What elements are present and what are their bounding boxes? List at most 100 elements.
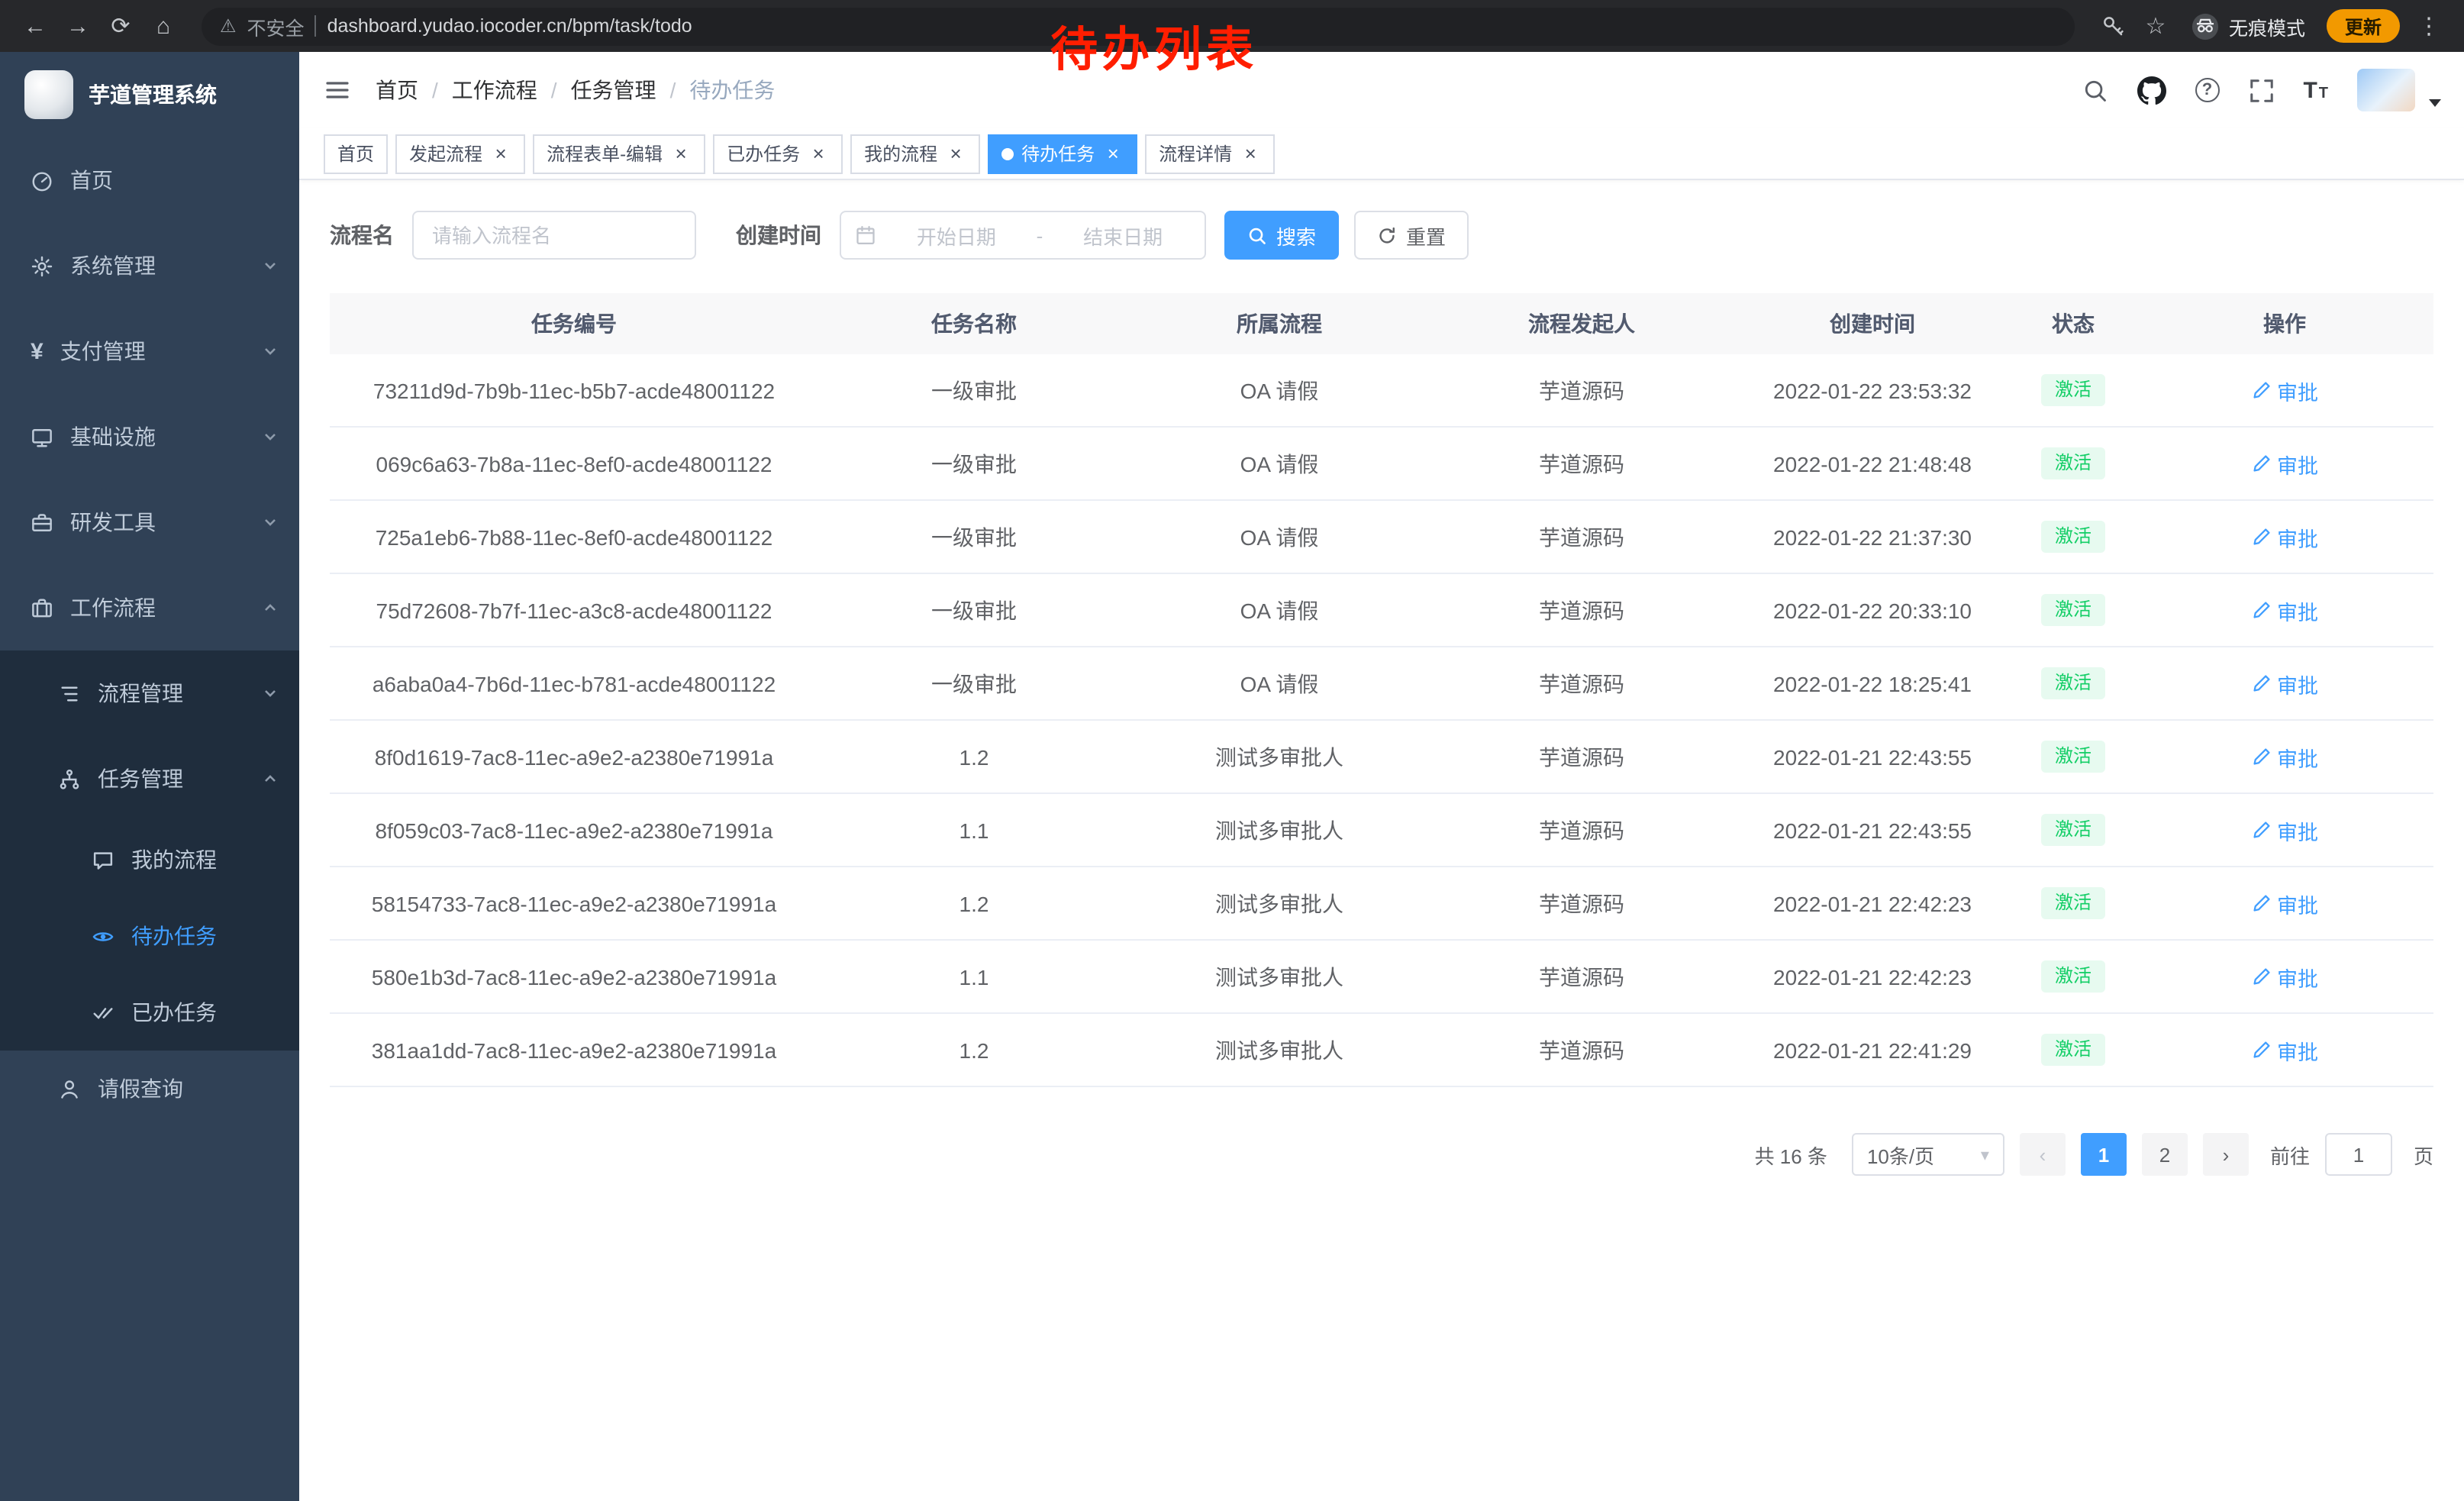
fullscreen-icon[interactable]	[2248, 77, 2274, 103]
font-size-icon[interactable]: T T	[2303, 79, 2328, 102]
gear-icon	[31, 254, 53, 277]
address-bar[interactable]: ⚠ 不安全 dashboard.yudao.iocoder.cn/bpm/tas…	[202, 7, 2075, 45]
browser-menu-icon[interactable]: ⋮	[2409, 6, 2449, 46]
pagination-total: 共 16 条	[1755, 1140, 1827, 1169]
password-key-icon[interactable]	[2093, 6, 2133, 46]
update-button[interactable]: 更新	[2327, 9, 2400, 43]
approve-link[interactable]: 审批	[2251, 521, 2318, 552]
tab-done-tasks[interactable]: 已办任务 ×	[713, 134, 843, 173]
close-icon[interactable]: ×	[1240, 143, 1261, 164]
cell-created: 2022-01-21 22:42:23	[1734, 891, 2011, 915]
sidebar-item-leave-query[interactable]: 请假查询	[0, 1051, 299, 1127]
approve-link[interactable]: 审批	[2251, 375, 2318, 405]
approve-link[interactable]: 审批	[2251, 961, 2318, 992]
goto-page-input[interactable]	[2325, 1133, 2392, 1176]
tab-start-process[interactable]: 发起流程 ×	[395, 134, 525, 173]
close-icon[interactable]: ×	[1102, 143, 1124, 164]
page-button-1[interactable]: 1	[2081, 1133, 2127, 1176]
sidebar-label: 支付管理	[60, 336, 146, 366]
active-dot-icon	[1001, 147, 1014, 160]
sidebar-item-home[interactable]: 首页	[0, 137, 299, 223]
cell-initiator: 芋道源码	[1429, 668, 1734, 699]
date-range-picker[interactable]: 开始日期 - 结束日期	[840, 211, 1206, 260]
sidebar-item-process-mgmt[interactable]: 流程管理	[0, 650, 299, 736]
font-size-large-glyph: T	[2303, 79, 2317, 102]
approve-link[interactable]: 审批	[2251, 888, 2318, 918]
forward-icon[interactable]: →	[58, 6, 98, 46]
person-icon	[58, 1077, 81, 1100]
page-button-2[interactable]: 2	[2142, 1133, 2188, 1176]
avatar-caret-icon[interactable]	[2429, 99, 2441, 107]
approve-link[interactable]: 审批	[2251, 741, 2318, 772]
hamburger-icon[interactable]	[324, 76, 351, 104]
breadcrumb-home[interactable]: 首页	[376, 75, 418, 105]
start-date-placeholder: 开始日期	[889, 221, 1024, 250]
process-name-input[interactable]	[412, 211, 696, 260]
page-size-value: 10条/页	[1867, 1140, 1934, 1169]
breadcrumb-task-mgmt[interactable]: 任务管理	[571, 75, 656, 105]
cell-initiator: 芋道源码	[1429, 595, 1734, 625]
close-icon[interactable]: ×	[945, 143, 966, 164]
sidebar-item-task-mgmt[interactable]: 任务管理	[0, 736, 299, 822]
incognito-label: 无痕模式	[2229, 11, 2305, 40]
next-page-button[interactable]: ›	[2203, 1133, 2249, 1176]
sidebar-item-my-process[interactable]: 我的流程	[0, 822, 299, 898]
approve-link[interactable]: 审批	[2251, 595, 2318, 625]
github-icon[interactable]	[2137, 76, 2166, 105]
table-row: 381aa1dd-7ac8-11ec-a9e2-a2380e71991a 1.2…	[330, 1014, 2433, 1087]
eye-icon	[92, 925, 114, 947]
cell-process: 测试多审批人	[1130, 961, 1429, 992]
approve-link[interactable]: 审批	[2251, 815, 2318, 845]
chevron-down-icon	[263, 258, 278, 273]
page-size-select[interactable]: 10条/页 ▾	[1852, 1133, 2004, 1176]
approve-label: 审批	[2277, 815, 2318, 845]
breadcrumb: 首页 / 工作流程 / 任务管理 / 待办任务	[376, 75, 775, 105]
close-icon[interactable]: ×	[808, 143, 829, 164]
tab-home[interactable]: 首页	[324, 134, 388, 173]
tab-form-edit[interactable]: 流程表单-编辑 ×	[533, 134, 705, 173]
reload-icon[interactable]: ⟳	[101, 6, 140, 46]
cell-task-id: 8f059c03-7ac8-11ec-a9e2-a2380e71991a	[330, 818, 818, 842]
cell-created: 2022-01-21 22:43:55	[1734, 818, 2011, 842]
status-badge: 激活	[2041, 886, 2105, 919]
bookmark-star-icon[interactable]: ☆	[2136, 6, 2175, 46]
sidebar-item-infrastructure[interactable]: 基础设施	[0, 394, 299, 479]
cell-process: OA 请假	[1130, 448, 1429, 479]
reset-button[interactable]: 重置	[1354, 211, 1469, 260]
back-icon[interactable]: ←	[15, 6, 55, 46]
status-badge: 激活	[2041, 813, 2105, 846]
tab-todo-tasks[interactable]: 待办任务 ×	[988, 134, 1137, 173]
avatar[interactable]	[2357, 69, 2415, 111]
approve-link[interactable]: 审批	[2251, 448, 2318, 479]
chevron-down-icon	[263, 429, 278, 444]
sidebar-item-done-tasks[interactable]: 已办任务	[0, 974, 299, 1051]
search-icon[interactable]	[2082, 77, 2108, 103]
help-icon[interactable]: ?	[2195, 78, 2219, 102]
approve-link[interactable]: 审批	[2251, 668, 2318, 699]
tab-my-process[interactable]: 我的流程 ×	[850, 134, 980, 173]
sidebar-item-todo-tasks[interactable]: 待办任务	[0, 898, 299, 974]
cell-initiator: 芋道源码	[1429, 741, 1734, 772]
sidebar-item-payment-mgmt[interactable]: ¥ 支付管理	[0, 308, 299, 394]
tags-bar: 首页 发起流程 × 流程表单-编辑 × 已办任务 × 我的流程 ×	[299, 128, 2464, 180]
breadcrumb-workflow[interactable]: 工作流程	[452, 75, 537, 105]
tab-process-detail[interactable]: 流程详情 ×	[1145, 134, 1275, 173]
cell-initiator: 芋道源码	[1429, 961, 1734, 992]
sidebar-item-dev-tools[interactable]: 研发工具	[0, 479, 299, 565]
close-icon[interactable]: ×	[490, 143, 511, 164]
cell-created: 2022-01-22 21:37:30	[1734, 525, 2011, 549]
prev-page-button[interactable]: ‹	[2020, 1133, 2066, 1176]
chevron-up-icon	[263, 771, 278, 786]
monitor-icon	[31, 425, 53, 448]
approve-label: 审批	[2277, 375, 2318, 405]
home-icon[interactable]: ⌂	[144, 6, 183, 46]
approve-link[interactable]: 审批	[2251, 1035, 2318, 1065]
cell-initiator: 芋道源码	[1429, 375, 1734, 405]
close-icon[interactable]: ×	[670, 143, 692, 164]
sidebar-label: 请假查询	[98, 1073, 183, 1104]
sidebar-item-system-mgmt[interactable]: 系统管理	[0, 223, 299, 308]
search-button[interactable]: 搜索	[1224, 211, 1339, 260]
sidebar-item-workflow[interactable]: 工作流程	[0, 565, 299, 650]
cell-initiator: 芋道源码	[1429, 815, 1734, 845]
col-status: 状态	[2011, 308, 2136, 339]
